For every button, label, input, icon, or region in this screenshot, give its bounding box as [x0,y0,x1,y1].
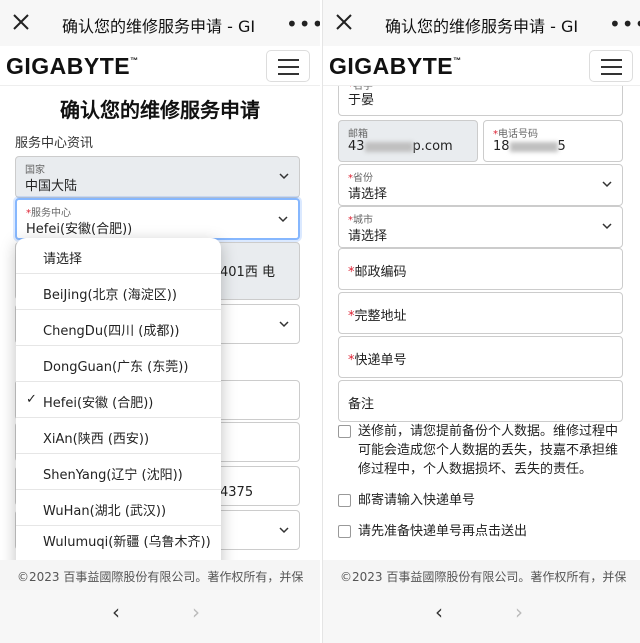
dropdown-option-selected[interactable]: ✓ Hefei(安徽 (合肥)) [16,382,221,418]
tracking-required-checkbox-row: 邮寄请输入快递单号 [338,491,628,511]
full-address-field[interactable]: *完整地址 [338,292,623,334]
country-select[interactable]: 国家 中国大陆 [15,156,300,198]
title-bar: 确认您的维修服务申请 - GI ••• [323,0,640,46]
page-title: 确认您的维修服务申请 - GI [62,17,256,36]
browser-nav-bar: ‹ › [0,590,320,643]
phone-field[interactable]: *电话号码 18 5 [483,120,623,162]
prepare-tracking-checkbox-row: 请先准备快递单号再点击送出 [338,522,628,542]
chevron-down-icon [602,181,612,188]
dropdown-option[interactable]: ChengDu(四川 (成都)) [16,310,221,346]
chevron-down-icon [279,173,289,180]
service-center-label: *服务中心 [26,208,71,219]
dropdown-option[interactable]: XiAn(陕西 (西安)) [16,418,221,454]
form-heading: 确认您的维修服务申请 [60,98,260,122]
chevron-down-icon [278,216,288,223]
tracking-number-label: *快递单号 [348,353,407,368]
service-center-dropdown: 请选择 BeiJing(北京 (海淀区)) ChengDu(四川 (成都)) D… [16,238,221,580]
tracking-required-checkbox[interactable] [338,494,351,507]
tracking-required-text: 邮寄请输入快递单号 [358,493,476,508]
province-label: *省份 [348,173,373,184]
gigabyte-logo[interactable]: GIGABYTE™ [329,53,462,80]
page-title: 确认您的维修服务申请 - GI [385,17,579,36]
prepare-tracking-text: 请先准备快递单号再点击送出 [358,524,528,539]
country-label: 国家 [25,165,45,176]
brand-header: GIGABYTE™ [0,46,320,86]
chevron-down-icon [279,527,289,534]
brand-header: GIGABYTE™ [323,46,640,86]
email-value: 43 p.com [348,139,453,154]
more-icon[interactable]: ••• [609,12,640,36]
dropdown-option[interactable]: ShenYang(辽宁 (沈阳)) [16,454,221,490]
city-label: *城市 [348,215,373,226]
phone-label: *电话号码 [493,129,538,140]
more-icon[interactable]: ••• [286,12,320,36]
hamburger-menu-button[interactable] [266,50,310,82]
dropdown-option[interactable]: WuHan(湖北 (武汉)) [16,490,221,526]
forward-icon[interactable]: › [192,600,200,624]
remarks-label: 备注 [348,397,375,412]
dropdown-option[interactable]: DongGuan(广东 (东莞)) [16,346,221,382]
prepare-tracking-checkbox[interactable] [338,525,351,538]
dropdown-option[interactable]: 请选择 [16,238,221,274]
checkmark-icon: ✓ [26,392,37,407]
chevron-down-icon [279,321,289,328]
service-center-select[interactable]: *服务中心 Hefei(安徽(合肥)) [15,198,300,240]
browser-nav-bar: ‹ › [323,590,640,643]
chevron-down-icon [602,223,612,230]
service-center-value: Hefei(安徽(合肥)) [26,222,133,237]
dropdown-option[interactable]: BeiJing(北京 (海淀区)) [16,274,221,310]
name-value: 于晏 [348,93,375,108]
backup-consent-checkbox[interactable] [338,425,351,438]
backup-consent-text: 送修前，请您提前备份个人数据。维修过程中可能会造成您个人数据的丢失，技嘉不承担维… [358,424,619,477]
city-value: 请选择 [348,229,388,244]
close-icon[interactable] [333,11,355,33]
back-icon[interactable]: ‹ [435,600,443,624]
address-text: 401西 电 [220,265,275,280]
city-select[interactable]: *城市 请选择 [338,206,623,248]
copyright-footer: ©2023 百事益國際股份有限公司。著作权所有，并保 [0,560,320,590]
forward-icon[interactable]: › [515,600,523,624]
copyright-footer: ©2023 百事益國際股份有限公司。著作权所有，并保 [323,560,640,590]
title-bar: 确认您的维修服务申请 - GI ••• [0,0,320,46]
postal-code-field[interactable]: *邮政编码 [338,248,623,290]
left-screen: 确认您的维修服务申请 - GI ••• GIGABYTE™ 确认您的维修服务申请… [0,0,320,643]
postal-code-label: *邮政编码 [348,265,407,280]
close-icon[interactable] [10,11,32,33]
form-content: *名字 于晏 邮箱 43 p.com *电话号码 18 5 *省份 请选择 *城市 … [323,86,640,552]
email-field[interactable]: 邮箱 43 p.com [338,120,478,162]
backup-consent-checkbox-row: 送修前，请您提前备份个人数据。维修过程中可能会造成您个人数据的丢失，技嘉不承担维… [338,422,628,480]
province-value: 请选择 [348,187,388,202]
back-icon[interactable]: ‹ [112,600,120,624]
phone-fragment: 4375 [220,485,254,500]
phone-value: 18 5 [493,139,566,154]
section-title-service-center: 服务中心资讯 [15,136,94,151]
remarks-field[interactable]: 备注 [338,380,623,422]
tracking-number-field[interactable]: *快递单号 [338,336,623,378]
country-value: 中国大陆 [25,179,78,194]
gigabyte-logo[interactable]: GIGABYTE™ [6,53,139,80]
full-address-label: *完整地址 [348,309,407,324]
email-label: 邮箱 [348,129,368,140]
province-select[interactable]: *省份 请选择 [338,164,623,206]
hamburger-menu-button[interactable] [589,50,633,82]
right-screen: 确认您的维修服务申请 - GI ••• GIGABYTE™ *名字 于晏 邮箱 … [322,0,640,643]
name-field[interactable]: *名字 于晏 [338,86,623,116]
